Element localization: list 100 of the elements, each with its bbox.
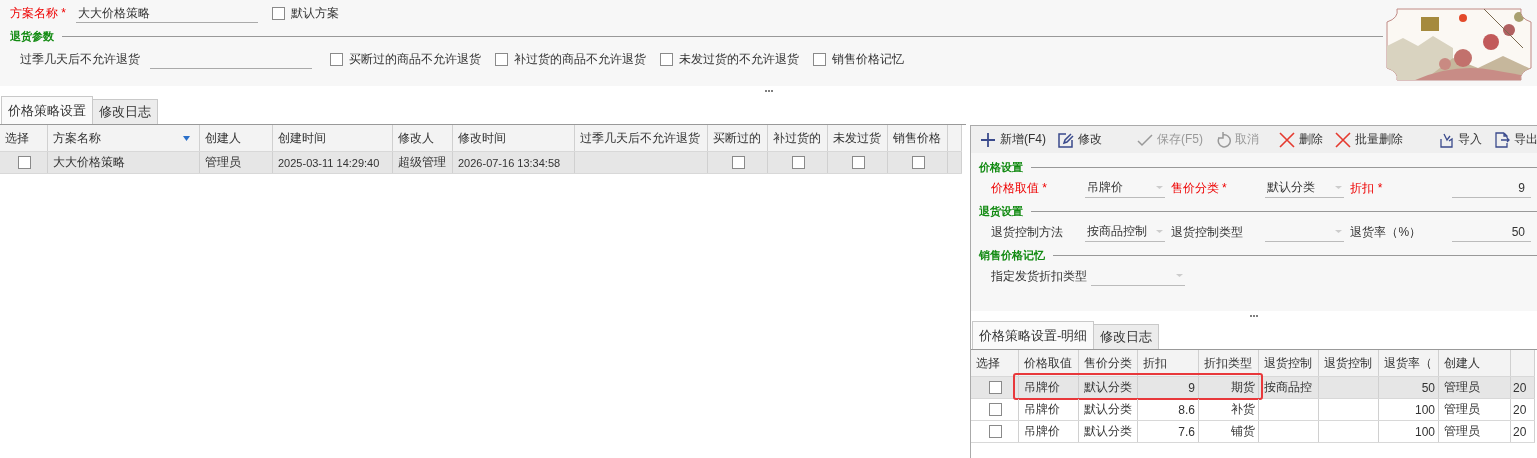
table-cell: 默认分类 xyxy=(1084,423,1132,440)
undo-icon xyxy=(1215,131,1231,148)
checkbox[interactable] xyxy=(660,53,673,66)
table-cell: 20 xyxy=(1513,402,1527,417)
column-header[interactable]: 退货控制 xyxy=(1264,354,1312,372)
checkbox[interactable] xyxy=(852,156,865,169)
field-label: 退货控制方法 xyxy=(991,223,1064,241)
toolbar-button[interactable]: 导入 xyxy=(1433,127,1487,152)
table-cell: 管理员 xyxy=(1444,379,1480,396)
checkbox[interactable] xyxy=(18,156,31,169)
tab[interactable]: 修改日志 xyxy=(1093,324,1160,349)
table-cell: 管理员 xyxy=(1444,423,1480,440)
dropdown-field[interactable]: 默认分类 xyxy=(1264,178,1345,198)
checkbox[interactable] xyxy=(792,156,805,169)
checkbox[interactable] xyxy=(912,156,925,169)
column-header[interactable]: 修改人 xyxy=(398,129,434,147)
checkbox[interactable] xyxy=(989,381,1002,394)
column-header[interactable]: 创建人 xyxy=(205,129,241,147)
table-row[interactable]: 大大价格策略 管理员 2025-03-11 14:29:40 超级管理 2026-07-16 13:34:58 xyxy=(0,152,962,174)
dropdown-field[interactable]: 按商品控制 xyxy=(1085,222,1165,242)
column-header[interactable]: 创建时间 xyxy=(278,129,326,147)
table-cell: 吊牌价 xyxy=(1024,423,1060,440)
table-cell: 管理员 xyxy=(1444,401,1480,418)
name-field[interactable]: 大大价格策略 xyxy=(76,4,258,23)
table-cell: 期货 xyxy=(1231,379,1255,396)
table-cell: 100 xyxy=(1414,402,1435,417)
section-title: 退货参数 xyxy=(10,29,54,44)
column-header[interactable]: 折扣 xyxy=(1143,354,1167,372)
field-label: 退货率（%） xyxy=(1350,223,1423,241)
delete-icon xyxy=(1279,131,1295,148)
table-cell: 吊牌价 xyxy=(1024,401,1060,418)
table-row[interactable]: 吊牌价 默认分类 7.6 铺货 100 管理员 20 xyxy=(971,421,1535,443)
table-cell: 20 xyxy=(1513,424,1527,439)
section-title: 价格设置 xyxy=(979,159,1023,175)
checkbox[interactable] xyxy=(495,53,508,66)
checkbox-label: 补过货的商品不允许退货 xyxy=(514,51,646,68)
table-cell: 吊牌价 xyxy=(1024,379,1060,396)
field-label: 价格取值 * xyxy=(991,179,1048,197)
table-cell: 管理员 xyxy=(205,154,241,171)
table-cell: 默认分类 xyxy=(1084,379,1132,396)
tab[interactable]: 价格策略设置-明细 xyxy=(972,321,1095,349)
table-cell: 100 xyxy=(1414,424,1435,439)
table-cell: 7.6 xyxy=(1178,424,1195,439)
field-label: 退货控制类型 xyxy=(1170,223,1244,241)
toolbar-button[interactable]: 修改 xyxy=(1053,127,1122,152)
checkbox[interactable] xyxy=(732,156,745,169)
column-header[interactable]: 买断过的 xyxy=(713,129,761,147)
caret-icon xyxy=(1335,230,1343,233)
toolbar-button[interactable]: 批量删除 xyxy=(1330,127,1423,152)
table-cell: 9 xyxy=(1188,380,1195,395)
plus-icon xyxy=(980,131,996,148)
checkbox[interactable] xyxy=(813,53,826,66)
caret-icon xyxy=(1176,274,1183,277)
dropdown-field[interactable]: 吊牌价 xyxy=(1085,178,1165,198)
toolbar-button[interactable]: 导出 xyxy=(1489,127,1537,152)
column-header[interactable]: 价格取值 xyxy=(1024,354,1072,372)
field-label: 指定发货折扣类型 xyxy=(991,267,1088,285)
import-icon xyxy=(1438,131,1454,148)
table-cell: 2026-07-16 13:34:58 xyxy=(458,156,561,169)
table-cell: 50 xyxy=(1421,380,1435,395)
checkbox-label: 默认方案 xyxy=(291,5,339,22)
column-header[interactable]: 未发过货 xyxy=(833,129,881,147)
column-header[interactable]: 选择 xyxy=(976,354,1000,372)
column-header[interactable]: 补过货的 xyxy=(773,129,821,147)
section-title: 退货设置 xyxy=(979,203,1023,219)
field-label: 折扣 * xyxy=(1350,179,1384,197)
field-label: 售价分类 * xyxy=(1170,179,1228,197)
column-header[interactable]: 方案名称 xyxy=(53,129,101,147)
number-field[interactable]: 50 xyxy=(1452,222,1531,242)
column-header[interactable]: 过季几天后不允许退货 xyxy=(580,129,700,147)
tab[interactable]: 价格策略设置 xyxy=(1,96,93,124)
column-header[interactable]: 选择 xyxy=(5,129,29,147)
checkbox[interactable] xyxy=(272,7,285,20)
column-header[interactable]: 退货率（ xyxy=(1384,354,1432,372)
export-icon xyxy=(1494,131,1510,148)
caret-icon xyxy=(1335,186,1343,189)
column-header[interactable]: 创建人 xyxy=(1444,354,1480,372)
field-label: 方案名称 * xyxy=(10,5,66,22)
number-field[interactable]: 9 xyxy=(1452,178,1531,198)
column-header[interactable]: 销售价格 xyxy=(893,129,941,147)
toolbar-button[interactable]: 删除 xyxy=(1274,127,1328,152)
checkbox[interactable] xyxy=(330,53,343,66)
column-header[interactable]: 折扣类型 xyxy=(1204,354,1252,372)
checkbox-label: 未发过货的不允许退货 xyxy=(679,51,799,68)
checkbox[interactable] xyxy=(989,425,1002,438)
table-row[interactable]: 吊牌价 默认分类 8.6 补货 100 管理员 20 xyxy=(971,399,1535,421)
table-cell: 超级管理 xyxy=(398,154,446,171)
column-header[interactable]: 修改时间 xyxy=(458,129,506,147)
tab[interactable]: 修改日志 xyxy=(92,99,158,124)
table-cell: 2025-03-11 14:29:40 xyxy=(278,156,380,169)
column-header[interactable]: 售价分类 xyxy=(1084,354,1132,372)
column-header[interactable]: 退货控制 xyxy=(1324,354,1372,372)
table-cell: 大大价格策略 xyxy=(53,154,125,171)
edit-icon xyxy=(1058,131,1074,148)
table-cell: 默认分类 xyxy=(1084,401,1132,418)
checkbox[interactable] xyxy=(989,403,1002,416)
check-icon xyxy=(1137,131,1153,148)
toolbar-button[interactable]: 新增(F4) xyxy=(975,127,1051,152)
delete-icon xyxy=(1335,131,1351,148)
caret-icon xyxy=(1155,230,1163,233)
